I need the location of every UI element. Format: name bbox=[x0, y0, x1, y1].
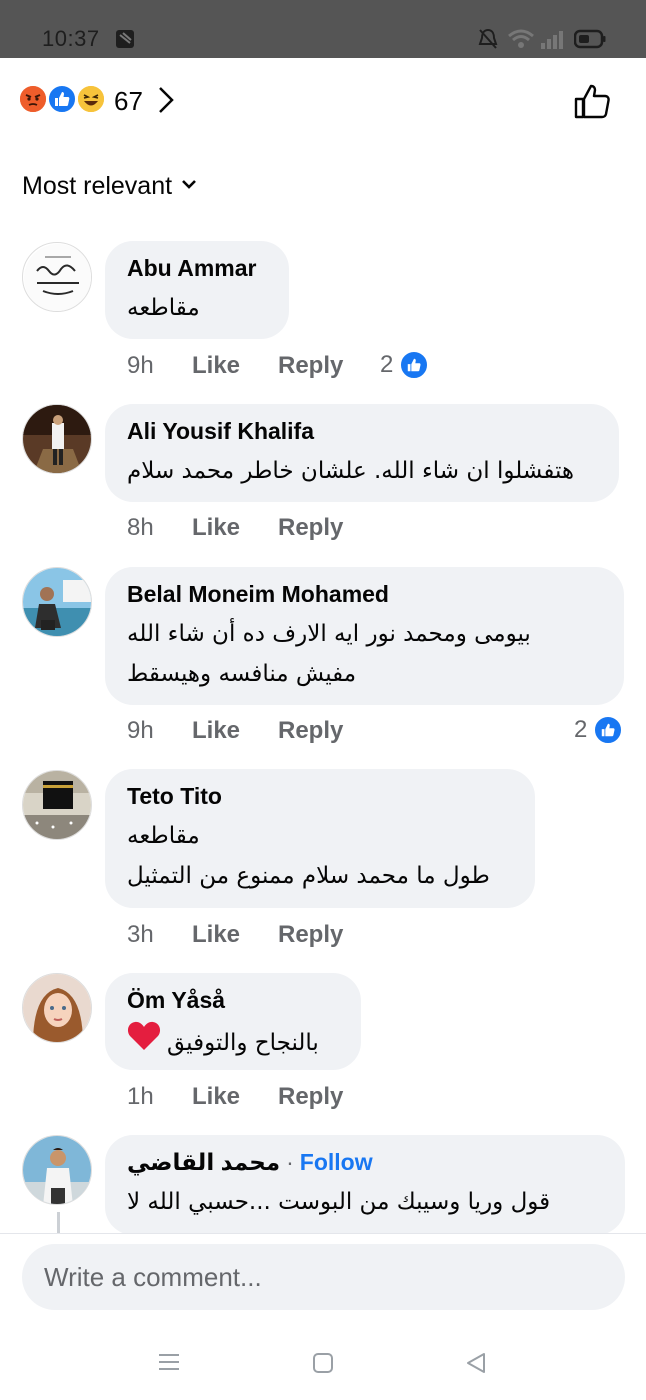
comment-bubble[interactable]: Öm Yåså بالنجاح والتوفيق bbox=[105, 973, 361, 1070]
sort-label: Most relevant bbox=[22, 172, 173, 200]
like-button[interactable]: Like bbox=[192, 514, 278, 542]
avatar[interactable] bbox=[22, 770, 92, 840]
comment-bubble[interactable]: Ali Yousif Khalifa هتفشلوا ان شاء الله. … bbox=[105, 404, 619, 502]
comment-time: 9h bbox=[127, 717, 154, 744]
comment-time: 3h bbox=[127, 921, 154, 948]
reply-button[interactable]: Reply bbox=[278, 352, 343, 380]
like-button[interactable]: Like bbox=[192, 1083, 278, 1111]
signal-icon bbox=[540, 28, 564, 55]
comment-author[interactable]: Öm Yåså bbox=[127, 987, 339, 1014]
comment-author[interactable]: Belal Moneim Mohamed bbox=[127, 581, 602, 608]
comment-like-count[interactable]: 2 bbox=[574, 715, 624, 745]
battery-icon bbox=[573, 28, 606, 55]
comment-text-line: طول ما محمد سلام ممنوع من التمثيل bbox=[127, 863, 490, 889]
reply-thread-line bbox=[57, 1212, 60, 1234]
like-button[interactable]: Like bbox=[192, 921, 278, 949]
system-nav-bar bbox=[0, 1341, 646, 1400]
comment-actions: 8h Like Reply bbox=[127, 514, 343, 542]
comment-author[interactable]: Abu Ammar bbox=[127, 255, 267, 282]
avatar[interactable] bbox=[22, 567, 92, 637]
comment-author[interactable]: Teto Tito bbox=[127, 783, 513, 810]
comment-bubble[interactable]: محمد القاضي · Follow قول وريا وسيبك من ا… bbox=[105, 1135, 625, 1235]
comment-composer bbox=[0, 1233, 646, 1400]
comment-author[interactable]: محمد القاضي bbox=[127, 1149, 280, 1176]
back-nav-icon[interactable] bbox=[464, 1351, 488, 1380]
like-reaction-icon bbox=[47, 84, 77, 114]
home-nav-icon[interactable] bbox=[311, 1351, 335, 1380]
comment-bubble[interactable]: Abu Ammar مقاطعه bbox=[105, 241, 289, 339]
sort-dropdown[interactable]: Most relevant bbox=[22, 172, 198, 201]
chevron-down-icon bbox=[180, 177, 198, 196]
like-count-value: 2 bbox=[574, 716, 588, 743]
status-bar: 10:37 bbox=[0, 0, 646, 58]
comment-text: بالنجاح والتوفيق bbox=[167, 1029, 319, 1056]
comment-text-line: بيومى ومحمد نور ايه الارف ده أن شاء الله bbox=[127, 621, 531, 647]
avatar[interactable] bbox=[22, 404, 92, 474]
separator-dot: · bbox=[286, 1149, 294, 1175]
notification-icon bbox=[114, 28, 136, 55]
comment-text: مقاطعه bbox=[127, 295, 200, 321]
like-button[interactable]: Like bbox=[192, 717, 278, 745]
avatar[interactable] bbox=[22, 242, 92, 312]
menu-nav-icon[interactable] bbox=[157, 1351, 181, 1378]
chevron-right-icon[interactable] bbox=[156, 84, 176, 121]
comment-text-line: مفيش منافسه وهيسقط bbox=[127, 661, 357, 687]
comment-like-count[interactable]: 2 bbox=[380, 350, 430, 380]
avatar[interactable] bbox=[22, 973, 92, 1043]
comment-actions: 9h Like Reply bbox=[127, 352, 343, 380]
avatar[interactable] bbox=[22, 1135, 92, 1205]
comment-author[interactable]: Ali Yousif Khalifa bbox=[127, 418, 597, 445]
follow-button[interactable]: Follow bbox=[300, 1149, 373, 1176]
like-reaction-icon bbox=[399, 350, 430, 380]
like-count-value: 2 bbox=[380, 351, 394, 378]
comment-text: قول وريا وسيبك من البوست ...حسبي الله لا bbox=[127, 1189, 551, 1215]
comment-actions: 9h Like Reply bbox=[127, 717, 343, 745]
reply-button[interactable]: Reply bbox=[278, 514, 343, 542]
heart-emoji-icon bbox=[127, 1020, 161, 1065]
comment-input[interactable] bbox=[22, 1244, 625, 1310]
haha-reaction-icon bbox=[76, 84, 106, 114]
reply-button[interactable]: Reply bbox=[278, 1083, 343, 1111]
wifi-icon bbox=[507, 28, 535, 55]
like-outline-icon[interactable] bbox=[572, 82, 612, 127]
reaction-count[interactable]: 67 bbox=[114, 86, 143, 117]
comment-actions: 1h Like Reply bbox=[127, 1083, 343, 1111]
like-button[interactable]: Like bbox=[192, 352, 278, 380]
like-reaction-icon bbox=[593, 715, 624, 745]
comment-bubble[interactable]: Teto Tito مقاطعه طول ما محمد سلام ممنوع … bbox=[105, 769, 535, 908]
reply-button[interactable]: Reply bbox=[278, 921, 343, 949]
comment-bubble[interactable]: Belal Moneim Mohamed بيومى ومحمد نور ايه… bbox=[105, 567, 624, 705]
angry-reaction-icon bbox=[18, 84, 48, 114]
comment-text-line: مقاطعه bbox=[127, 823, 200, 849]
comment-time: 1h bbox=[127, 1083, 154, 1110]
comment-actions: 3h Like Reply bbox=[127, 921, 343, 949]
silent-bell-icon bbox=[478, 28, 498, 55]
comment-text: هتفشلوا ان شاء الله. علشان خاطر محمد سلا… bbox=[127, 458, 575, 484]
comment-time: 9h bbox=[127, 352, 154, 379]
reply-button[interactable]: Reply bbox=[278, 717, 343, 745]
status-time: 10:37 bbox=[42, 26, 100, 51]
comment-time: 8h bbox=[127, 514, 154, 541]
